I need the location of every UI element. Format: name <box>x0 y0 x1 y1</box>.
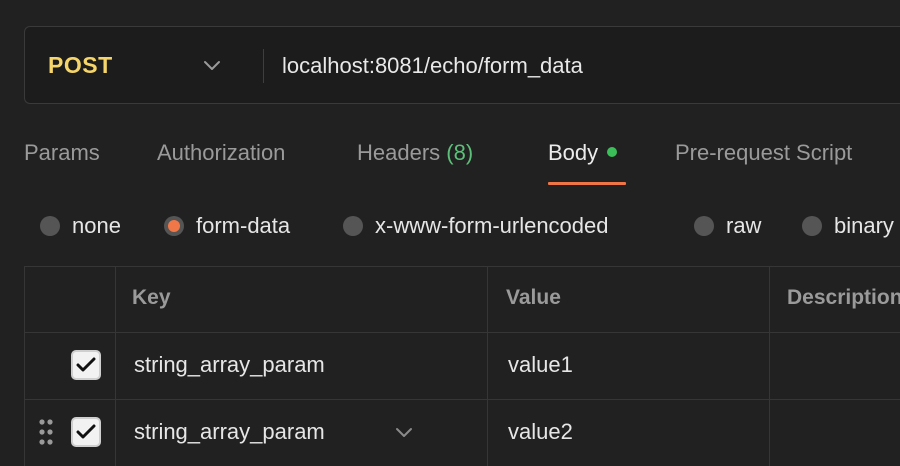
key-type-chevron-down-icon[interactable] <box>395 426 413 444</box>
checkmark-icon <box>76 424 96 439</box>
radio-form-data[interactable]: form-data <box>164 206 290 246</box>
tab-label: Headers <box>357 140 441 165</box>
tab-label: Pre-request Script <box>675 140 853 165</box>
table-border <box>487 266 488 466</box>
headers-count-badge: (8) <box>446 140 474 165</box>
radio-label: none <box>72 213 121 238</box>
tab-body[interactable]: Body <box>548 140 618 166</box>
radio-label: binary <box>834 213 894 238</box>
radio-button[interactable] <box>40 216 60 236</box>
radio-label: raw <box>726 213 762 238</box>
body-type-selector: none form-data x-www-form-urlencoded raw… <box>0 206 900 246</box>
form-data-table: Key Value Description string_array_param… <box>24 266 900 466</box>
table-border <box>769 266 770 466</box>
checkmark-icon <box>76 357 96 372</box>
column-header-description: Description <box>787 286 900 309</box>
tab-pre-request-script[interactable]: Pre-request Script <box>675 140 852 166</box>
method-selector[interactable]: POST <box>48 52 113 79</box>
radio-x-www-form-urlencoded[interactable]: x-www-form-urlencoded <box>343 206 609 246</box>
request-tabs: Params Authorization Headers (8) Body Pr… <box>0 134 900 188</box>
tab-headers[interactable]: Headers (8) <box>357 140 473 166</box>
chevron-down-icon[interactable] <box>203 59 221 77</box>
radio-label: form-data <box>196 213 291 238</box>
radio-button[interactable] <box>802 216 822 236</box>
table-border <box>115 266 116 466</box>
url-bar: POST localhost:8081/echo/form_data <box>24 26 900 104</box>
row-key-input[interactable]: string_array_param <box>134 352 325 378</box>
tab-label: Params <box>24 140 100 165</box>
request-editor: POST localhost:8081/echo/form_data Param… <box>0 0 900 466</box>
radio-binary[interactable]: binary <box>802 206 894 246</box>
radio-button[interactable] <box>343 216 363 236</box>
column-header-key: Key <box>132 286 171 309</box>
url-divider <box>263 49 264 83</box>
table-border <box>24 266 25 466</box>
row-checkbox[interactable] <box>71 417 101 447</box>
row-value-input[interactable]: value1 <box>508 352 573 378</box>
radio-raw[interactable]: raw <box>694 206 761 246</box>
radio-none[interactable]: none <box>40 206 121 246</box>
radio-button[interactable] <box>694 216 714 236</box>
tab-label: Body <box>548 140 599 165</box>
radio-label: x-www-form-urlencoded <box>375 213 609 238</box>
row-key-input[interactable]: string_array_param <box>134 419 325 445</box>
drag-handle-icon[interactable] <box>38 418 54 446</box>
active-tab-indicator <box>548 182 626 185</box>
status-dot <box>607 147 618 157</box>
row-checkbox[interactable] <box>71 350 101 380</box>
tab-params[interactable]: Params <box>24 140 100 166</box>
url-input[interactable]: localhost:8081/echo/form_data <box>282 53 583 79</box>
radio-button[interactable] <box>164 216 184 236</box>
tab-label: Authorization <box>157 140 286 165</box>
column-header-value: Value <box>506 286 561 309</box>
tab-authorization[interactable]: Authorization <box>157 140 285 166</box>
row-value-input[interactable]: value2 <box>508 419 573 445</box>
